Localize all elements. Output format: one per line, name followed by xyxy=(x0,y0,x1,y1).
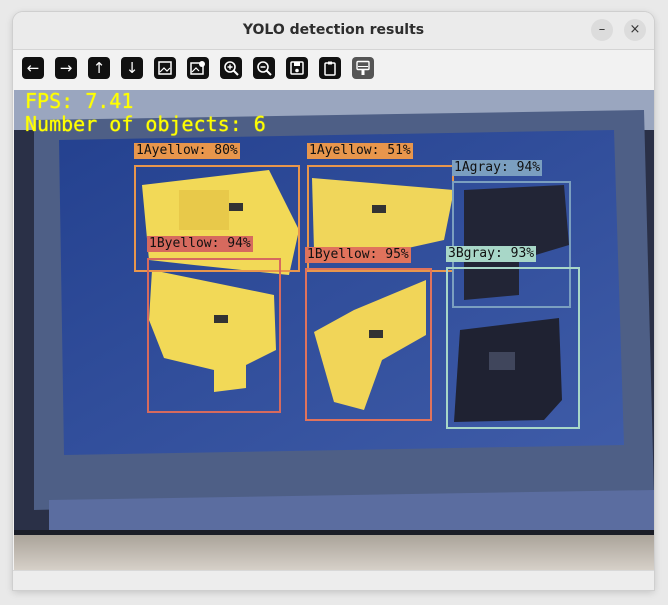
close-button[interactable]: × xyxy=(624,19,646,41)
detection-label-1ayellow-80: 1Ayellow: 80% xyxy=(134,143,240,159)
zoom-in-icon xyxy=(224,61,239,76)
detection-label-1agray-94: 1Agray: 94% xyxy=(452,160,543,176)
toolbar: ← → ↑ ↓ xyxy=(13,50,654,90)
forward-arrow-icon: → xyxy=(59,59,73,77)
detection-box-1byellow-94 xyxy=(147,258,281,413)
pan-down-button[interactable]: ↓ xyxy=(121,57,143,79)
zoom-out-icon xyxy=(257,61,272,76)
back-arrow-icon: ← xyxy=(26,59,40,77)
zoom-in-button[interactable] xyxy=(220,57,242,79)
image-settings-icon xyxy=(190,61,205,75)
save-icon xyxy=(290,61,304,75)
detection-label-1ayellow-51: 1Ayellow: 51% xyxy=(307,143,413,159)
forward-button[interactable]: → xyxy=(55,57,77,79)
detection-label-1byellow-94: 1Byellow: 94% xyxy=(147,236,253,252)
status-bar xyxy=(13,570,654,590)
image-button[interactable] xyxy=(154,57,176,79)
clipboard-icon xyxy=(324,61,336,76)
app-window: YOLO detection results – × ← → ↑ ↓ FPS: … xyxy=(13,12,654,590)
object-count-readout: Number of objects: 6 xyxy=(25,112,266,136)
down-arrow-icon: ↓ xyxy=(125,59,139,77)
detection-label-3bgray-93: 3Bgray: 93% xyxy=(446,246,537,262)
detection-label-1byellow-95: 1Byellow: 95% xyxy=(305,247,411,263)
fps-readout: FPS: 7.41 xyxy=(25,90,134,113)
back-button[interactable]: ← xyxy=(22,57,44,79)
zoom-out-button[interactable] xyxy=(253,57,275,79)
detection-box-3bgray-93 xyxy=(446,267,580,429)
window-title: YOLO detection results xyxy=(242,22,425,38)
minimize-button[interactable]: – xyxy=(591,19,613,41)
clipboard-button[interactable] xyxy=(319,57,341,79)
paint-brush-icon xyxy=(356,60,370,75)
detection-box-1byellow-95 xyxy=(305,268,432,421)
save-button[interactable] xyxy=(286,57,308,79)
pan-up-button[interactable]: ↑ xyxy=(88,57,110,79)
properties-button[interactable] xyxy=(352,57,374,79)
title-bar[interactable]: YOLO detection results – × xyxy=(13,12,654,50)
up-arrow-icon: ↑ xyxy=(92,59,106,77)
camera-frame: FPS: 7.41 Number of objects: 6 1Ayellow:… xyxy=(14,90,654,570)
detection-box-1ayellow-80 xyxy=(134,165,300,272)
image-icon xyxy=(158,61,172,75)
image-settings-button[interactable] xyxy=(187,57,209,79)
